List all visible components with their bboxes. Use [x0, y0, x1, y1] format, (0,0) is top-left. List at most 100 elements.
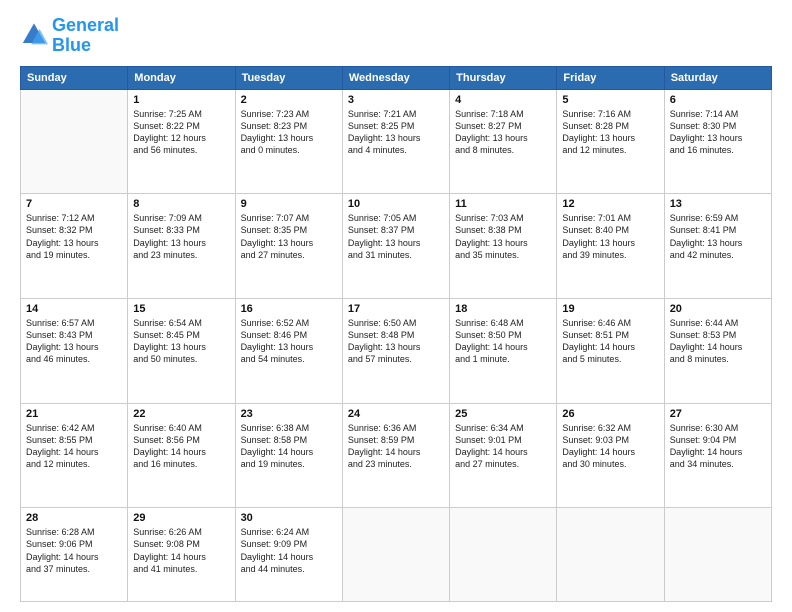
day-number: 25: [455, 408, 551, 420]
logo-text: General Blue: [52, 16, 119, 56]
day-detail: Sunrise: 6:44 AM Sunset: 8:53 PM Dayligh…: [670, 317, 766, 366]
page: General Blue SundayMondayTuesdayWednesda…: [0, 0, 792, 612]
calendar-table: SundayMondayTuesdayWednesdayThursdayFrid…: [20, 66, 772, 602]
calendar-cell: 15 Sunrise: 6:54 AM Sunset: 8:45 PM Dayli…: [128, 298, 235, 403]
day-number: 26: [562, 408, 658, 420]
day-detail: Sunrise: 6:26 AM Sunset: 9:08 PM Dayligh…: [133, 526, 229, 575]
calendar-cell: 27 Sunrise: 6:30 AM Sunset: 9:04 PM Dayli…: [664, 403, 771, 508]
day-detail: Sunrise: 7:18 AM Sunset: 8:27 PM Dayligh…: [455, 108, 551, 157]
calendar-cell: 3 Sunrise: 7:21 AM Sunset: 8:25 PM Daylig…: [342, 89, 449, 194]
day-number: 7: [26, 198, 122, 210]
day-detail: Sunrise: 7:12 AM Sunset: 8:32 PM Dayligh…: [26, 212, 122, 261]
day-number: 30: [241, 512, 337, 524]
calendar-week-3: 14Sunrise: 6:57 AM Sunset: 8:43 PM Dayli…: [21, 298, 772, 403]
day-number: 5: [562, 94, 658, 106]
day-number: 23: [241, 408, 337, 420]
day-number: 18: [455, 303, 551, 315]
day-number: 15: [133, 303, 229, 315]
weekday-header-thursday: Thursday: [450, 66, 557, 89]
day-detail: Sunrise: 6:38 AM Sunset: 8:58 PM Dayligh…: [241, 422, 337, 471]
day-detail: Sunrise: 6:30 AM Sunset: 9:04 PM Dayligh…: [670, 422, 766, 471]
weekday-header-wednesday: Wednesday: [342, 66, 449, 89]
day-detail: Sunrise: 7:03 AM Sunset: 8:38 PM Dayligh…: [455, 212, 551, 261]
calendar-cell: 14Sunrise: 6:57 AM Sunset: 8:43 PM Dayli…: [21, 298, 128, 403]
calendar-cell: 28 Sunrise: 6:28 AM Sunset: 9:06 PM Dayli…: [21, 508, 128, 602]
day-detail: Sunrise: 6:32 AM Sunset: 9:03 PM Dayligh…: [562, 422, 658, 471]
day-detail: Sunrise: 7:14 AM Sunset: 8:30 PM Dayligh…: [670, 108, 766, 157]
day-number: 28: [26, 512, 122, 524]
calendar-cell: 4 Sunrise: 7:18 AM Sunset: 8:27 PM Daylig…: [450, 89, 557, 194]
day-detail: Sunrise: 6:36 AM Sunset: 8:59 PM Dayligh…: [348, 422, 444, 471]
day-number: 29: [133, 512, 229, 524]
weekday-header-sunday: Sunday: [21, 66, 128, 89]
day-number: 10: [348, 198, 444, 210]
day-number: 4: [455, 94, 551, 106]
calendar-week-5: 28 Sunrise: 6:28 AM Sunset: 9:06 PM Dayli…: [21, 508, 772, 602]
day-detail: Sunrise: 6:34 AM Sunset: 9:01 PM Dayligh…: [455, 422, 551, 471]
day-number: 16: [241, 303, 337, 315]
calendar-cell: 25 Sunrise: 6:34 AM Sunset: 9:01 PM Dayli…: [450, 403, 557, 508]
calendar-cell: 7 Sunrise: 7:12 AM Sunset: 8:32 PM Daylig…: [21, 194, 128, 299]
calendar-cell: 16 Sunrise: 6:52 AM Sunset: 8:46 PM Dayli…: [235, 298, 342, 403]
calendar-cell: 29 Sunrise: 6:26 AM Sunset: 9:08 PM Dayli…: [128, 508, 235, 602]
calendar-cell: [664, 508, 771, 602]
day-number: 9: [241, 198, 337, 210]
day-detail: Sunrise: 7:05 AM Sunset: 8:37 PM Dayligh…: [348, 212, 444, 261]
day-number: 11: [455, 198, 551, 210]
weekday-header-row: SundayMondayTuesdayWednesdayThursdayFrid…: [21, 66, 772, 89]
day-detail: Sunrise: 7:25 AM Sunset: 8:22 PM Dayligh…: [133, 108, 229, 157]
calendar-cell: 2Sunrise: 7:23 AM Sunset: 8:23 PM Daylig…: [235, 89, 342, 194]
calendar-cell: 30 Sunrise: 6:24 AM Sunset: 9:09 PM Dayli…: [235, 508, 342, 602]
day-detail: Sunrise: 6:28 AM Sunset: 9:06 PM Dayligh…: [26, 526, 122, 575]
calendar-cell: 5 Sunrise: 7:16 AM Sunset: 8:28 PM Daylig…: [557, 89, 664, 194]
calendar-week-4: 21 Sunrise: 6:42 AM Sunset: 8:55 PM Dayli…: [21, 403, 772, 508]
calendar-cell: 6 Sunrise: 7:14 AM Sunset: 8:30 PM Daylig…: [664, 89, 771, 194]
calendar-cell: [450, 508, 557, 602]
weekday-header-monday: Monday: [128, 66, 235, 89]
day-number: 24: [348, 408, 444, 420]
day-number: 13: [670, 198, 766, 210]
weekday-header-tuesday: Tuesday: [235, 66, 342, 89]
calendar-cell: 26 Sunrise: 6:32 AM Sunset: 9:03 PM Dayli…: [557, 403, 664, 508]
day-detail: Sunrise: 6:52 AM Sunset: 8:46 PM Dayligh…: [241, 317, 337, 366]
day-number: 21: [26, 408, 122, 420]
logo: General Blue: [20, 16, 119, 56]
day-detail: Sunrise: 7:07 AM Sunset: 8:35 PM Dayligh…: [241, 212, 337, 261]
day-number: 17: [348, 303, 444, 315]
calendar-cell: 10 Sunrise: 7:05 AM Sunset: 8:37 PM Dayli…: [342, 194, 449, 299]
day-number: 3: [348, 94, 444, 106]
day-detail: Sunrise: 7:21 AM Sunset: 8:25 PM Dayligh…: [348, 108, 444, 157]
day-detail: Sunrise: 6:42 AM Sunset: 8:55 PM Dayligh…: [26, 422, 122, 471]
day-number: 19: [562, 303, 658, 315]
calendar-cell: 23 Sunrise: 6:38 AM Sunset: 8:58 PM Dayli…: [235, 403, 342, 508]
day-detail: Sunrise: 6:40 AM Sunset: 8:56 PM Dayligh…: [133, 422, 229, 471]
weekday-header-friday: Friday: [557, 66, 664, 89]
calendar-cell: 22 Sunrise: 6:40 AM Sunset: 8:56 PM Dayli…: [128, 403, 235, 508]
day-number: 22: [133, 408, 229, 420]
day-detail: Sunrise: 6:59 AM Sunset: 8:41 PM Dayligh…: [670, 212, 766, 261]
day-detail: Sunrise: 7:23 AM Sunset: 8:23 PM Dayligh…: [241, 108, 337, 157]
day-detail: Sunrise: 6:46 AM Sunset: 8:51 PM Dayligh…: [562, 317, 658, 366]
weekday-header-saturday: Saturday: [664, 66, 771, 89]
day-detail: Sunrise: 6:24 AM Sunset: 9:09 PM Dayligh…: [241, 526, 337, 575]
day-detail: Sunrise: 6:50 AM Sunset: 8:48 PM Dayligh…: [348, 317, 444, 366]
calendar-cell: 24 Sunrise: 6:36 AM Sunset: 8:59 PM Dayli…: [342, 403, 449, 508]
calendar-cell: 21 Sunrise: 6:42 AM Sunset: 8:55 PM Dayli…: [21, 403, 128, 508]
day-number: 6: [670, 94, 766, 106]
day-number: 8: [133, 198, 229, 210]
calendar-week-1: 1Sunrise: 7:25 AM Sunset: 8:22 PM Daylig…: [21, 89, 772, 194]
day-detail: Sunrise: 6:48 AM Sunset: 8:50 PM Dayligh…: [455, 317, 551, 366]
calendar-cell: [21, 89, 128, 194]
day-number: 20: [670, 303, 766, 315]
day-detail: Sunrise: 7:16 AM Sunset: 8:28 PM Dayligh…: [562, 108, 658, 157]
day-number: 27: [670, 408, 766, 420]
calendar-cell: 9 Sunrise: 7:07 AM Sunset: 8:35 PM Daylig…: [235, 194, 342, 299]
calendar-cell: 11 Sunrise: 7:03 AM Sunset: 8:38 PM Dayli…: [450, 194, 557, 299]
day-detail: Sunrise: 7:09 AM Sunset: 8:33 PM Dayligh…: [133, 212, 229, 261]
day-detail: Sunrise: 7:01 AM Sunset: 8:40 PM Dayligh…: [562, 212, 658, 261]
calendar-cell: [557, 508, 664, 602]
calendar-cell: 12Sunrise: 7:01 AM Sunset: 8:40 PM Dayli…: [557, 194, 664, 299]
day-detail: Sunrise: 6:54 AM Sunset: 8:45 PM Dayligh…: [133, 317, 229, 366]
calendar-cell: [342, 508, 449, 602]
header: General Blue: [20, 16, 772, 56]
